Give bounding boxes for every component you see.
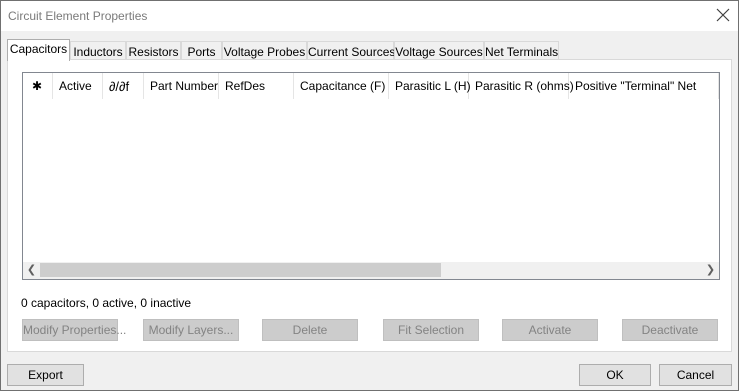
column-active[interactable]: Active (53, 73, 103, 99)
delete-button[interactable]: Delete (262, 319, 358, 341)
column-capacitance[interactable]: Capacitance (F) (294, 73, 389, 99)
horizontal-scrollbar[interactable]: ❮ ❯ (23, 262, 719, 279)
tab-inductors[interactable]: Inductors (70, 41, 126, 60)
fit-selection-button[interactable]: Fit Selection (383, 319, 479, 341)
tab-net-terminals[interactable]: Net Terminals (484, 41, 559, 60)
column-positive-terminal-net[interactable]: Positive "Terminal" Net (569, 73, 719, 99)
column-refdes[interactable]: RefDes (219, 73, 294, 99)
column-part-number[interactable]: Part Number (144, 73, 219, 99)
grid-header: ✱ Active ∂/∂f Part Number RefDes Capacit… (23, 73, 719, 99)
tab-ports[interactable]: Ports (181, 41, 222, 60)
chevron-left-icon[interactable]: ❮ (23, 262, 40, 279)
title-bar: Circuit Element Properties (1, 1, 738, 31)
tab-voltage-sources[interactable]: Voltage Sources (394, 41, 484, 60)
tab-voltage-probes[interactable]: Voltage Probes (222, 41, 307, 60)
tab-capacitors[interactable]: Capacitors (7, 39, 70, 61)
column-parasitic-r[interactable]: Parasitic R (ohms) (469, 73, 574, 99)
modify-properties-button[interactable]: Modify Properties... (22, 319, 126, 341)
summary-text: 0 capacitors, 0 active, 0 inactive (21, 296, 192, 310)
close-icon[interactable] (716, 8, 730, 22)
dialog-window: Circuit Element Properties Capacitors In… (0, 0, 739, 391)
tab-resistors[interactable]: Resistors (126, 41, 181, 60)
window-title: Circuit Element Properties (8, 9, 148, 23)
tab-current-sources[interactable]: Current Sources (307, 41, 395, 60)
capacitors-panel: ✱ Active ∂/∂f Part Number RefDes Capacit… (7, 59, 732, 352)
column-parasitic-l[interactable]: Parasitic L (H) (389, 73, 471, 99)
column-new-row-marker[interactable]: ✱ (23, 73, 53, 99)
activate-button[interactable]: Activate (502, 319, 598, 341)
modify-layers-button[interactable]: Modify Layers... (143, 319, 239, 341)
chevron-right-icon[interactable]: ❯ (702, 262, 719, 279)
scrollbar-thumb[interactable] (40, 263, 441, 277)
column-frequency-derivative[interactable]: ∂/∂f (103, 73, 144, 99)
export-button[interactable]: Export (7, 364, 84, 386)
cancel-button[interactable]: Cancel (659, 364, 732, 386)
deactivate-button[interactable]: Deactivate (622, 319, 718, 341)
ok-button[interactable]: OK (579, 364, 651, 386)
capacitors-grid[interactable]: ✱ Active ∂/∂f Part Number RefDes Capacit… (22, 72, 720, 280)
